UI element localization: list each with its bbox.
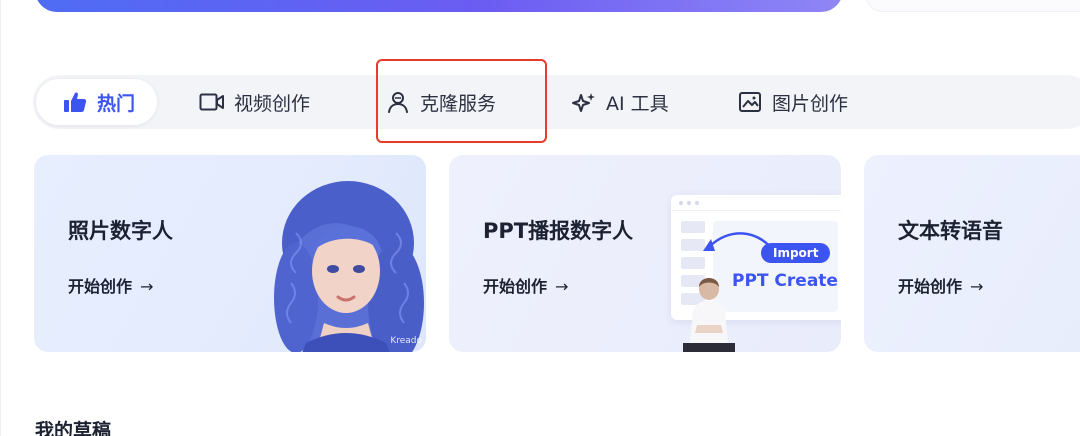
top-banner[interactable] (35, 0, 843, 12)
tab-image-creation-label: 图片创作 (772, 92, 849, 115)
cta-label: 开始创作 (68, 277, 133, 296)
card-text-to-speech-cta[interactable]: 开始创作 → (898, 273, 983, 297)
ppt-create-label: PPT Create (732, 271, 838, 291)
card-ppt-avatar-title: PPT播报数字人 (483, 219, 634, 243)
avatar-portrait-image (274, 181, 424, 352)
page: 热门 视频创作 克隆服务 AI 工具 图片创作 照片数字人 开始创作 → Kre… (0, 0, 1080, 436)
card-text-to-speech-title: 文本转语音 (898, 219, 1003, 243)
cta-label: 开始创作 (898, 277, 963, 296)
card-photo-avatar-cta[interactable]: 开始创作 → (68, 273, 153, 297)
presenter-image (683, 278, 735, 352)
card-ppt-avatar[interactable]: PPT播报数字人 开始创作 → Import PPT Create (449, 155, 841, 352)
sparkle-icon (571, 89, 597, 115)
arrow-right-icon: → (970, 277, 984, 296)
tab-ai-tools[interactable]: AI 工具 (571, 75, 669, 129)
tab-video-creation-label: 视频创作 (234, 92, 311, 115)
category-tab-bar: 热门 视频创作 克隆服务 AI 工具 图片创作 (33, 75, 1080, 129)
card-ppt-avatar-cta[interactable]: 开始创作 → (483, 273, 568, 297)
cta-label: 开始创作 (483, 277, 548, 296)
video-camera-icon (199, 89, 225, 115)
image-icon (737, 89, 763, 115)
card-photo-avatar[interactable]: 照片数字人 开始创作 → Kreado (34, 155, 426, 352)
arrow-right-icon: → (140, 277, 154, 296)
tab-hot[interactable]: 热门 (36, 79, 158, 125)
clone-service-highlight-box (376, 59, 547, 143)
tab-image-creation[interactable]: 图片创作 (737, 75, 848, 129)
card-photo-avatar-title: 照片数字人 (68, 219, 173, 243)
tab-hot-label: 热门 (97, 92, 136, 115)
mockup-titlebar (671, 195, 841, 211)
arrow-right-icon: → (555, 277, 569, 296)
thumbs-up-icon (62, 89, 88, 115)
tab-ai-tools-label: AI 工具 (606, 92, 669, 115)
tab-video-creation[interactable]: 视频创作 (199, 75, 310, 129)
top-right-panel[interactable] (865, 0, 1080, 12)
brand-watermark: Kreado (390, 336, 422, 346)
import-badge: Import (761, 243, 831, 263)
card-text-to-speech[interactable]: 文本转语音 开始创作 → (864, 155, 1080, 352)
my-drafts-heading: 我的草稿 (35, 420, 112, 436)
